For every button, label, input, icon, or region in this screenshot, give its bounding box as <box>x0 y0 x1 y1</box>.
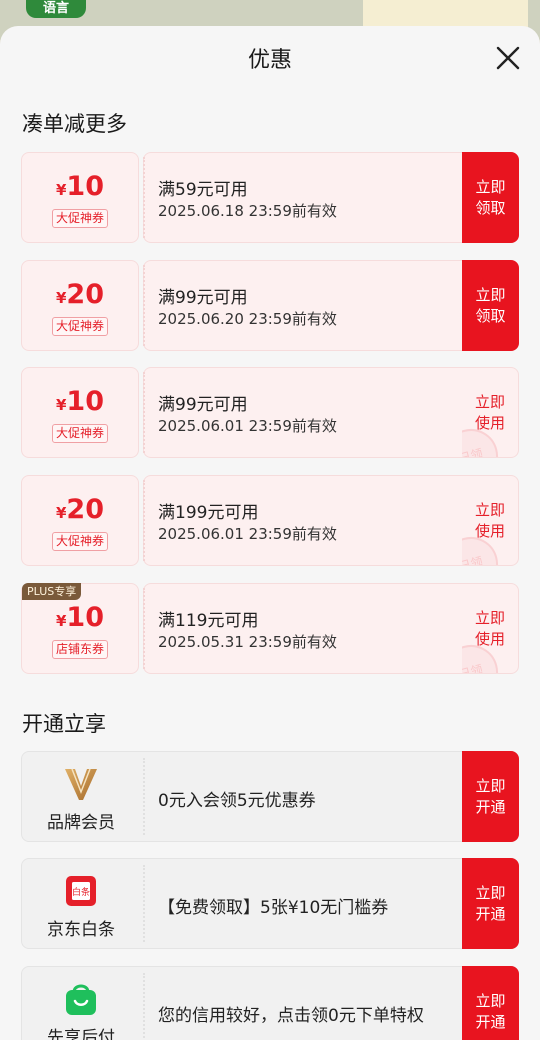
coupon-condition: 满199元可用 <box>158 503 259 523</box>
coupon-type-tag: 大促神券 <box>51 317 109 336</box>
coupon-info-panel: 满119元可用 2025.05.31 23:59前有效 <box>143 583 484 674</box>
service-description: 您的信用较好，点击领0元下单特权 <box>158 1006 424 1026</box>
service-label: 先享后付 <box>47 1028 115 1040</box>
coupon-condition: 满59元可用 <box>158 180 248 200</box>
coupon-type-tag: 大促神券 <box>51 209 109 228</box>
service-description: 【免费领取】5张¥10无门槛券 <box>158 898 389 918</box>
service-divider <box>143 758 145 835</box>
coupon-validity: 2025.05.31 23:59前有效 <box>158 633 337 651</box>
coupon-info-panel: 满59元可用 2025.06.18 23:59前有效 <box>143 152 484 243</box>
coupon-validity: 2025.06.01 23:59前有效 <box>158 525 337 543</box>
use-button-label: 立即 使用 <box>474 392 505 432</box>
background-logo: 语言 <box>26 0 86 18</box>
coupon-card: ¥10 大促神券 满99元可用 2025.06.01 23:59前有效 立即 使… <box>21 367 519 458</box>
coupon-info-panel: 满199元可用 2025.06.01 23:59前有效 <box>143 475 484 566</box>
coupon-validity: 2025.06.20 23:59前有效 <box>158 310 337 328</box>
coupon-type-tag: 大促神券 <box>51 532 109 551</box>
coupon-condition: 满99元可用 <box>158 395 248 415</box>
service-card: 白条 京东白条 【免费领取】5张¥10无门槛券 立即 开通 <box>21 858 519 949</box>
coupon-info-panel: 满99元可用 2025.06.20 23:59前有效 <box>143 260 484 351</box>
coupon-value-panel: PLUS专享 ¥10 店铺东券 <box>21 583 139 674</box>
use-button[interactable]: 立即 使用 已领 <box>462 583 519 674</box>
use-button-label: 立即 使用 <box>474 500 505 540</box>
coupon-value-panel: ¥10 大促神券 <box>21 152 139 243</box>
coupon-amount: ¥20 <box>55 494 104 525</box>
service-label: 京东白条 <box>47 920 115 940</box>
coupon-validity: 2025.06.18 23:59前有效 <box>158 202 337 220</box>
section-title-services: 开通立享 <box>22 712 106 736</box>
coupon-value-panel: ¥20 大促神券 <box>21 260 139 351</box>
coupon-condition: 满99元可用 <box>158 288 248 308</box>
service-card: 品牌会员 0元入会领5元优惠券 立即 开通 <box>21 751 519 842</box>
activate-button-label: 立即 开通 <box>475 991 506 1031</box>
service-label: 品牌会员 <box>47 813 115 833</box>
coupon-card: ¥20 大促神券 满99元可用 2025.06.20 23:59前有效 立即 领… <box>21 260 519 351</box>
brand-member-icon <box>65 768 97 800</box>
jd-baitiao-icon-text: 白条 <box>72 886 90 898</box>
coupon-type-tag: 店铺东券 <box>51 640 109 659</box>
claim-button[interactable]: 立即 领取 <box>462 260 519 351</box>
coupon-value-panel: ¥20 大促神券 <box>21 475 139 566</box>
coupon-amount: ¥10 <box>55 171 104 202</box>
coupon-amount: ¥10 <box>55 602 104 633</box>
service-description: 0元入会领5元优惠券 <box>158 791 316 811</box>
service-card: 先享后付 您的信用较好，点击领0元下单特权 立即 开通 <box>21 966 519 1040</box>
use-button[interactable]: 立即 使用 已领 <box>462 367 519 458</box>
coupon-value-panel: ¥10 大促神券 <box>21 367 139 458</box>
coupon-type-tag: 大促神券 <box>51 424 109 443</box>
service-divider <box>143 865 145 942</box>
coupon-card: ¥10 大促神券 满59元可用 2025.06.18 23:59前有效 立即 领… <box>21 152 519 243</box>
claim-button-label: 立即 领取 <box>475 177 506 217</box>
use-button[interactable]: 立即 使用 已领 <box>462 475 519 566</box>
sheet-header: 优惠 <box>0 26 540 90</box>
activate-button-label: 立即 开通 <box>475 883 506 923</box>
coupon-validity: 2025.06.01 23:59前有效 <box>158 417 337 435</box>
pay-later-bag-icon <box>66 984 96 1015</box>
activate-button-label: 立即 开通 <box>475 776 506 816</box>
coupon-card: PLUS专享 ¥10 店铺东券 满119元可用 2025.05.31 23:59… <box>21 583 519 674</box>
coupon-card: ¥20 大促神券 满199元可用 2025.06.01 23:59前有效 立即 … <box>21 475 519 566</box>
sheet-title: 优惠 <box>247 48 292 73</box>
coupon-condition: 满119元可用 <box>158 611 259 631</box>
jd-baitiao-icon: 白条 <box>66 876 96 906</box>
activate-button[interactable]: 立即 开通 <box>462 751 519 842</box>
activate-button[interactable]: 立即 开通 <box>462 858 519 949</box>
coupon-amount: ¥10 <box>55 386 104 417</box>
service-divider <box>143 973 145 1040</box>
coupon-info-panel: 满99元可用 2025.06.01 23:59前有效 <box>143 367 484 458</box>
section-title-coupons: 凑单减更多 <box>22 112 127 136</box>
activate-button[interactable]: 立即 开通 <box>462 966 519 1040</box>
plus-exclusive-badge: PLUS专享 <box>22 583 82 600</box>
claim-button-label: 立即 领取 <box>475 285 506 325</box>
coupon-sheet: 优惠 凑单减更多 ¥10 大促神券 满59元可用 2025.06.18 23:5… <box>0 26 540 1040</box>
use-button-label: 立即 使用 <box>474 608 505 648</box>
claim-button[interactable]: 立即 领取 <box>462 152 519 243</box>
coupon-amount: ¥20 <box>55 279 104 310</box>
close-icon[interactable] <box>494 44 522 72</box>
